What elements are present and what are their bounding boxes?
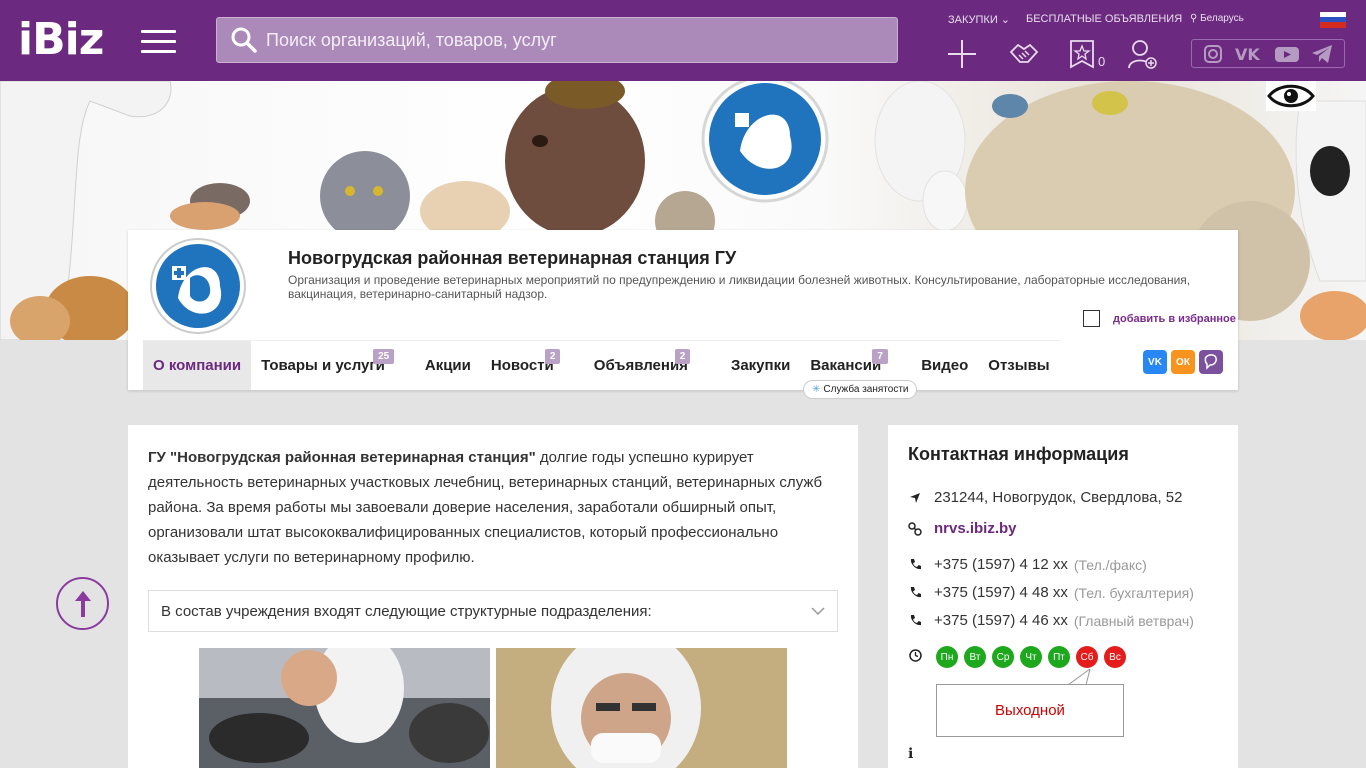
location-pin-icon: ⚲: [1190, 13, 1198, 24]
info-icon: ℹ: [908, 745, 914, 761]
about-text-body: долгие годы успешно курирует деятельност…: [148, 449, 823, 566]
day-mon[interactable]: Пн: [936, 646, 958, 668]
vet-photo-2: [496, 648, 787, 768]
arrow-up-icon: [74, 590, 91, 617]
day-sun[interactable]: Вс: [1104, 646, 1126, 668]
scroll-up-button[interactable]: [56, 577, 109, 630]
favorite-label: добавить в избранное: [1113, 312, 1236, 325]
phone-icon: [908, 586, 922, 600]
clock-icon: [908, 648, 922, 662]
hours-row: [908, 648, 934, 662]
share-vk-icon[interactable]: VK: [1143, 350, 1167, 374]
vacancies-count-badge: 7: [872, 349, 888, 364]
tab-purchases[interactable]: Закупки: [721, 341, 800, 390]
company-tabs: О компании Товары и услуги 25 Акции Новос…: [143, 340, 1060, 390]
tab-promotions[interactable]: Акции: [415, 341, 481, 390]
link-icon: [908, 521, 922, 536]
flag-icon[interactable]: [1320, 12, 1346, 28]
accessibility-eye-icon[interactable]: [1266, 81, 1316, 111]
about-section: ГУ "Новогрудская районная ветеринарная с…: [128, 425, 858, 768]
company-description: Организация и проведение ветеринарных ме…: [288, 273, 1191, 301]
favorite-checkbox[interactable]: [1083, 310, 1100, 327]
instagram-icon[interactable]: [1203, 44, 1223, 64]
contacts-title: Контактная информация: [908, 444, 1129, 464]
about-text: ГУ "Новогрудская районная ветеринарная с…: [148, 445, 838, 570]
day-off-tooltip: Выходной: [936, 684, 1124, 737]
add-user-icon[interactable]: [1126, 38, 1158, 70]
youtube-icon[interactable]: [1274, 44, 1300, 64]
location-arrow-icon: [908, 491, 922, 505]
vk-icon[interactable]: VK: [1234, 44, 1264, 64]
products-count-badge: 25: [373, 349, 395, 364]
share-viber-icon[interactable]: [1199, 350, 1223, 374]
tab-about[interactable]: О компании: [143, 341, 252, 390]
phone-number[interactable]: +375 (1597) 4 46 xx: [934, 612, 1068, 629]
ads-count-badge: 2: [674, 349, 691, 364]
tab-reviews[interactable]: Отзывы: [978, 341, 1059, 390]
news-count-badge: 2: [544, 349, 561, 364]
menu-icon[interactable]: [141, 30, 176, 54]
snowflake-icon: ✳: [812, 384, 821, 395]
chevron-down-icon: ⌄: [1000, 14, 1011, 26]
day-tue[interactable]: Вт: [964, 646, 986, 668]
handshake-icon[interactable]: [1008, 38, 1040, 70]
company-card: Новогрудская районная ветеринарная станц…: [128, 230, 1238, 399]
phone-icon: [908, 614, 922, 628]
tab-video[interactable]: Видео: [911, 341, 978, 390]
day-sat[interactable]: Сб: [1076, 646, 1098, 668]
region-link[interactable]: ⚲ Беларусь: [1190, 13, 1244, 24]
site-logo[interactable]: iBiz: [18, 18, 104, 62]
favorites-icon[interactable]: [1066, 38, 1098, 70]
search-input[interactable]: [266, 29, 866, 51]
social-links: VK: [1191, 39, 1345, 68]
search-icon: [231, 27, 257, 53]
company-title: Новогрудская районная ветеринарная станц…: [288, 248, 737, 268]
contacts-panel: Контактная информация 231244, Новогрудок…: [888, 425, 1238, 768]
chevron-down-icon: [811, 603, 825, 620]
free-ads-link[interactable]: БЕСПЛАТНЫЕ ОБЪЯВЛЕНИЯ: [1026, 13, 1182, 25]
top-bar: iBiz ЗАКУПКИ ⌄ БЕСПЛАТНЫЕ ОБЪЯВЛЕНИЯ ⚲ Б…: [0, 0, 1366, 81]
address-row: 231244, Новогрудок, Свердлова, 52: [908, 489, 1183, 506]
day-thu[interactable]: Чт: [1020, 646, 1042, 668]
tab-products[interactable]: Товары и услуги 25: [251, 341, 415, 390]
search-box[interactable]: [216, 17, 898, 63]
day-fri[interactable]: Пт: [1048, 646, 1070, 668]
accordion-title: В состав учреждения входят следующие стр…: [161, 602, 652, 620]
vet-photo-1: [199, 648, 490, 768]
phone-number[interactable]: +375 (1597) 4 48 xx: [934, 584, 1068, 601]
phone-row: +375 (1597) 4 48 xx (Тел. бухгалтерия): [908, 584, 1194, 601]
website-row: nrvs.ibiz.by: [908, 520, 1017, 537]
plus-icon[interactable]: [946, 38, 978, 70]
phone-icon: [908, 558, 922, 572]
phone-number[interactable]: +375 (1597) 4 12 xx: [934, 556, 1068, 573]
phone-row: +375 (1597) 4 46 xx (Главный ветврач): [908, 612, 1194, 629]
day-wed[interactable]: Ср: [992, 646, 1014, 668]
purchases-link[interactable]: ЗАКУПКИ ⌄: [948, 13, 1010, 26]
share-ok-icon[interactable]: ОК: [1171, 350, 1195, 374]
phone-row: +375 (1597) 4 12 xx (Тел./факс): [908, 556, 1147, 573]
svg-text:VK: VK: [1235, 45, 1260, 64]
telegram-icon[interactable]: [1311, 44, 1333, 64]
tab-news[interactable]: Новости 2: [481, 341, 584, 390]
about-text-bold: ГУ "Новогрудская районная ветеринарная с…: [148, 449, 536, 466]
favorites-count: 0: [1098, 54, 1106, 69]
employment-service-tooltip[interactable]: ✳ Служба занятости: [803, 380, 918, 399]
subdivisions-accordion[interactable]: В состав учреждения входят следующие стр…: [148, 590, 838, 632]
website-link[interactable]: nrvs.ibiz.by: [934, 520, 1017, 537]
working-days: Пн Вт Ср Чт Пт Сб Вс: [936, 646, 1126, 668]
share-buttons: VK ОК: [1143, 350, 1223, 374]
tab-ads[interactable]: Объявления 2: [584, 341, 721, 390]
add-to-favorites[interactable]: добавить в избранное: [1083, 310, 1236, 327]
company-logo: [150, 238, 246, 334]
